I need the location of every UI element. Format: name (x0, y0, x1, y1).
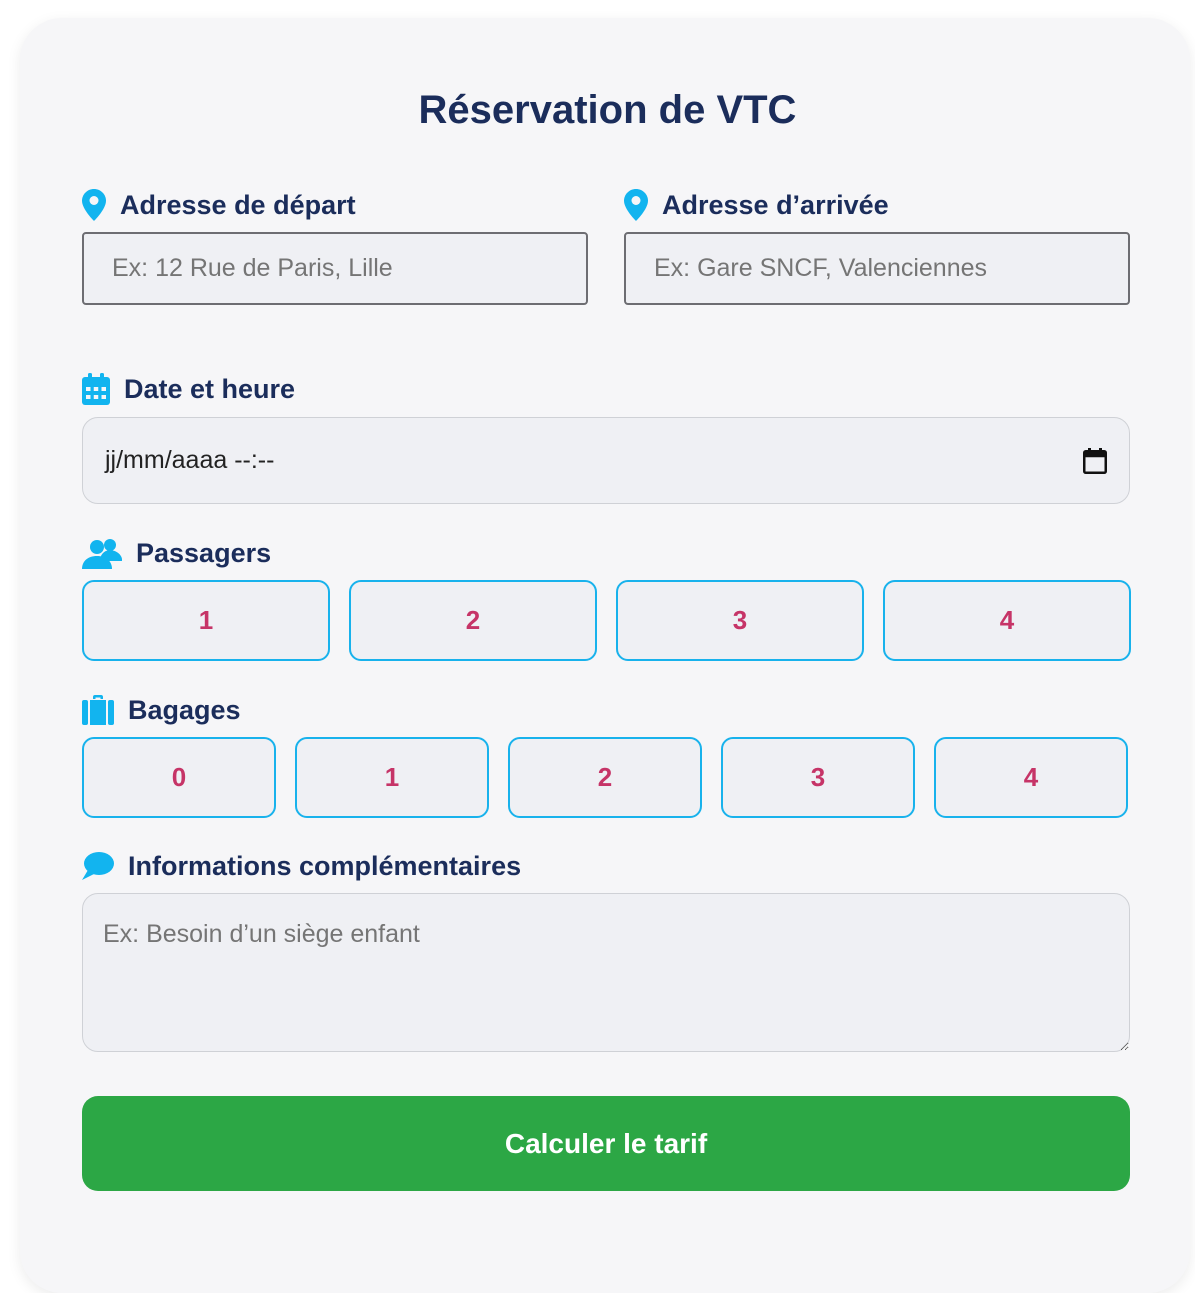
calendar-picker-icon[interactable] (1083, 447, 1107, 474)
calculate-fare-button[interactable]: Calculer le tarif (82, 1096, 1130, 1191)
map-pin-icon (82, 189, 106, 221)
calendar-icon (82, 373, 110, 405)
arrival-address-input[interactable] (624, 232, 1130, 305)
users-icon (82, 539, 122, 569)
departure-label-text: Adresse de départ (120, 189, 356, 220)
luggage-option-0[interactable]: 0 (82, 737, 276, 818)
luggage-option-3[interactable]: 3 (721, 737, 915, 818)
info-label: Informations complémentaires (82, 849, 521, 883)
luggage-option-4[interactable]: 4 (934, 737, 1128, 818)
luggage-label: Bagages (82, 693, 241, 727)
luggage-options: 0 1 2 3 4 (82, 737, 1128, 818)
comment-icon (82, 852, 114, 880)
departure-address-input[interactable] (82, 232, 588, 305)
passengers-option-1[interactable]: 1 (82, 580, 330, 661)
arrival-label-text: Adresse d’arrivée (662, 189, 889, 220)
passengers-option-2[interactable]: 2 (349, 580, 597, 661)
page-title: Réservation de VTC (418, 88, 797, 132)
datetime-label-text: Date et heure (124, 373, 296, 404)
passengers-label-text: Passagers (136, 537, 272, 568)
suitcase-icon (82, 695, 114, 725)
arrival-label: Adresse d’arrivée (624, 188, 889, 222)
luggage-option-1[interactable]: 1 (295, 737, 489, 818)
datetime-input[interactable]: jj/mm/aaaa --:-- (82, 417, 1130, 504)
passengers-option-3[interactable]: 3 (616, 580, 864, 661)
passengers-option-4[interactable]: 4 (883, 580, 1131, 661)
luggage-label-text: Bagages (128, 694, 241, 725)
additional-info-textarea[interactable] (82, 893, 1130, 1052)
info-label-text: Informations complémentaires (128, 850, 522, 881)
departure-label: Adresse de départ (82, 188, 356, 222)
datetime-label: Date et heure (82, 372, 295, 406)
passengers-options: 1 2 3 4 (82, 580, 1131, 661)
luggage-option-2[interactable]: 2 (508, 737, 702, 818)
passengers-label: Passagers (82, 536, 271, 570)
datetime-value: jj/mm/aaaa --:-- (105, 446, 275, 474)
map-pin-icon (624, 189, 648, 221)
